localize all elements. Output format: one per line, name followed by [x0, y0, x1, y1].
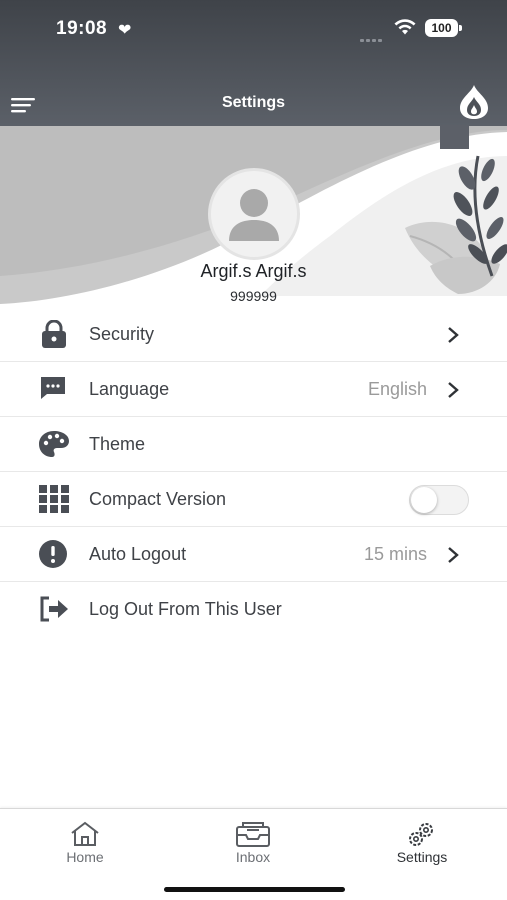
gears-icon [409, 823, 433, 846]
user-name: Argif.s Argif.s [200, 261, 307, 281]
logout-icon [40, 596, 68, 622]
flame-logo-icon [460, 85, 488, 119]
palette-icon [39, 431, 69, 457]
home-icon [71, 821, 99, 846]
tab-home[interactable]: Home [35, 809, 135, 879]
heart-icon: ❤ [118, 22, 132, 39]
tab-inbox-label: Inbox [235, 849, 271, 865]
tab-settings-label: Settings [396, 849, 448, 865]
avatar[interactable] [208, 168, 300, 260]
status-time: 19:08 [56, 18, 108, 39]
compact-version-toggle[interactable] [409, 485, 469, 515]
settings-row-language[interactable]: Language English [0, 362, 507, 417]
alert-icon [39, 540, 67, 568]
security-label: Security [89, 324, 155, 344]
lock-icon [42, 320, 66, 348]
page-title: Settings [221, 94, 286, 111]
language-label: Language [89, 379, 170, 399]
auto-logout-label: Auto Logout [89, 544, 187, 564]
tab-settings[interactable]: Settings [372, 809, 472, 879]
settings-row-theme[interactable]: Theme [0, 417, 507, 472]
theme-color-swatch[interactable] [440, 125, 469, 149]
cellular-signal-icon [360, 29, 386, 42]
tab-inbox[interactable]: Inbox [203, 809, 303, 879]
user-id: 999999 [230, 288, 277, 304]
auto-logout-value: 15 mins [363, 544, 427, 564]
toggle-knob [411, 487, 437, 513]
theme-label: Theme [89, 434, 146, 454]
tab-home-label: Home [66, 849, 104, 865]
chat-icon [41, 377, 65, 399]
battery-level: 100 [425, 19, 458, 37]
logout-label: Log Out From This User [89, 599, 282, 619]
chevron-right-icon [448, 382, 459, 398]
home-indicator [164, 887, 345, 892]
chevron-right-icon [448, 327, 459, 343]
chevron-right-icon [448, 547, 459, 563]
grid-icon [39, 485, 69, 513]
settings-row-security[interactable]: Security [0, 307, 507, 362]
settings-row-auto-logout[interactable]: Auto Logout 15 mins [0, 527, 507, 582]
compact-version-label: Compact Version [89, 489, 227, 509]
wifi-icon [394, 19, 416, 35]
settings-list: Security Language English Theme Compact … [0, 307, 507, 637]
user-avatar-icon [229, 189, 279, 241]
settings-row-compact-version[interactable]: Compact Version [0, 472, 507, 527]
settings-row-logout[interactable]: Log Out From This User [0, 582, 507, 637]
app-header: 19:08 ❤ 100 Settings [0, 0, 507, 126]
language-value: English [367, 379, 427, 399]
inbox-icon [236, 822, 270, 847]
battery-indicator: 100 [425, 19, 462, 37]
